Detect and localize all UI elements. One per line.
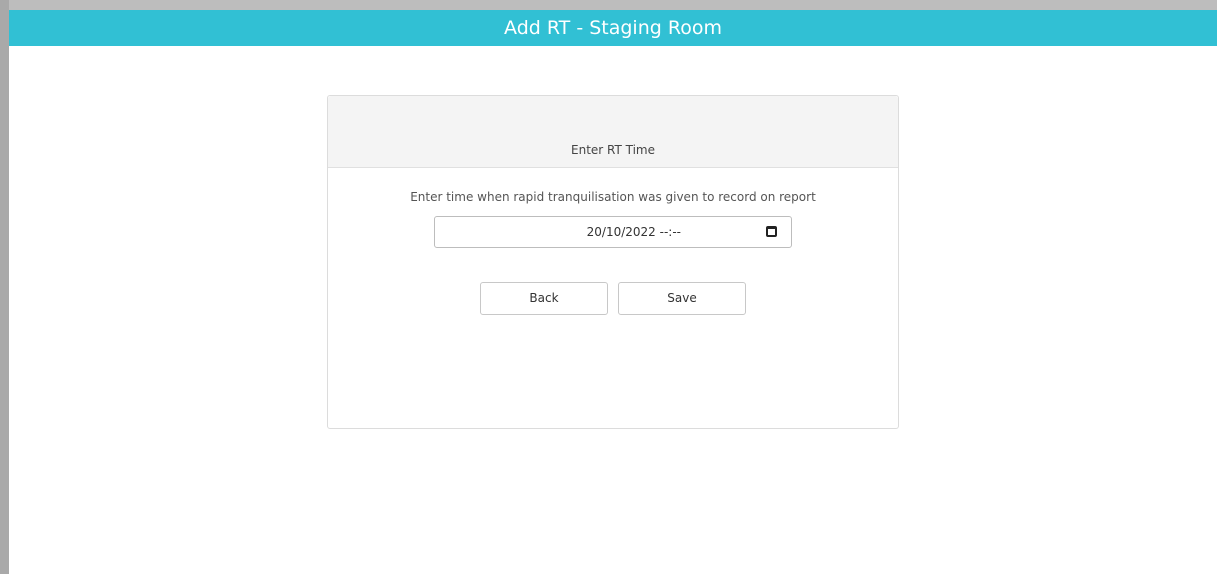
- page-title: Add RT - Staging Room: [9, 10, 1217, 46]
- datetime-value: 20/10/2022 --:--: [586, 225, 681, 239]
- window-frame-top: [0, 0, 1217, 10]
- instruction-text: Enter time when rapid tranquilisation wa…: [410, 190, 816, 204]
- rt-time-card: Enter RT Time Enter time when rapid tran…: [327, 95, 899, 429]
- rt-datetime-input[interactable]: 20/10/2022 --:--: [434, 216, 792, 248]
- save-button[interactable]: Save: [618, 282, 746, 315]
- calendar-icon[interactable]: [766, 226, 777, 237]
- back-button[interactable]: Back: [480, 282, 608, 315]
- card-header: Enter RT Time: [328, 96, 898, 168]
- window-frame-left: [0, 0, 9, 574]
